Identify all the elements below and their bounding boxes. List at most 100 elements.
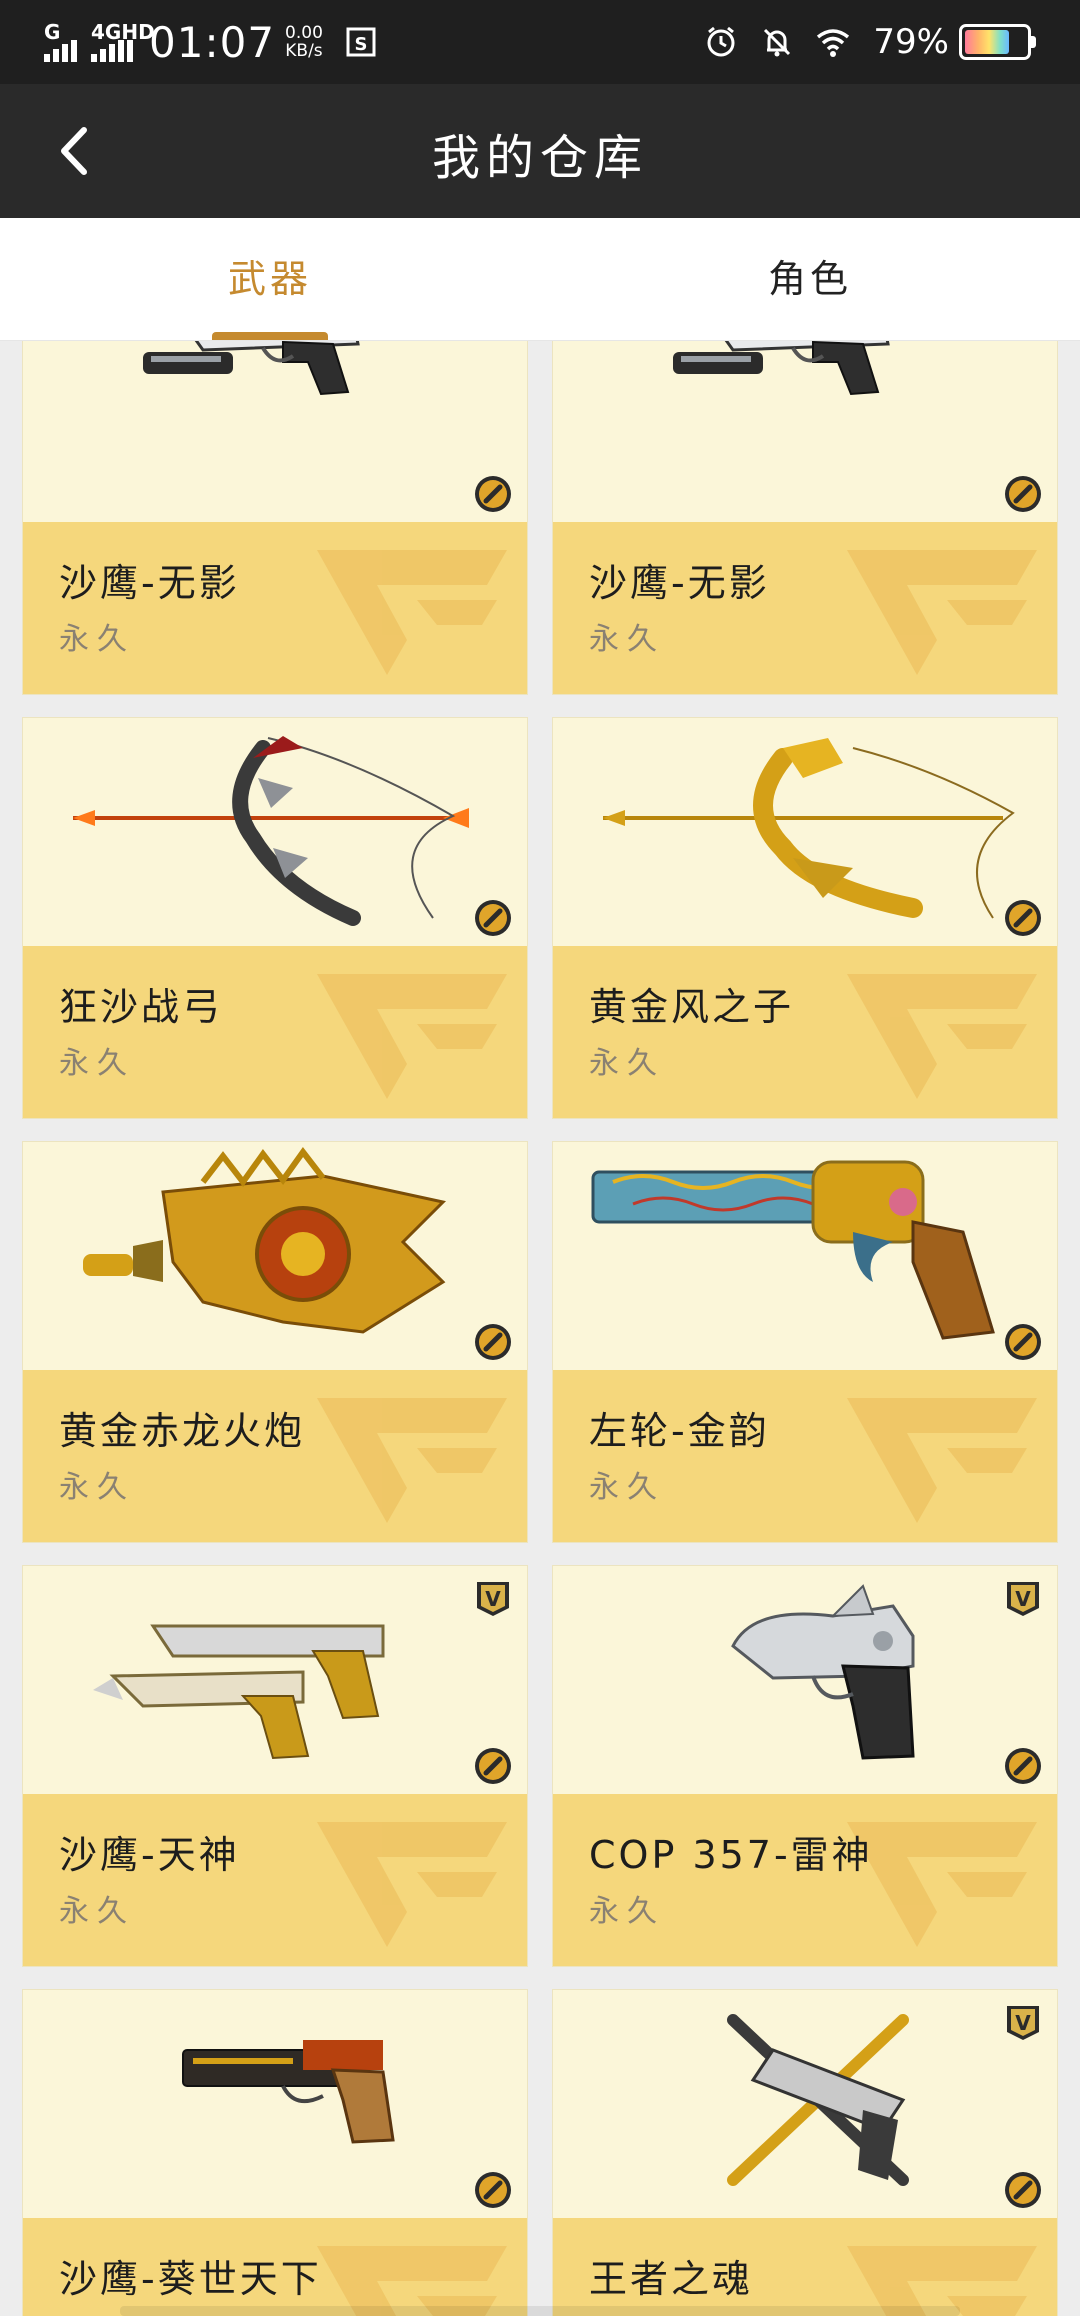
weapon-image [553, 1566, 1057, 1794]
weapon-image [23, 1142, 527, 1370]
weapon-bow-gold-icon [603, 738, 1015, 919]
coin-badge-icon [473, 1322, 513, 1362]
coin-badge-icon [1003, 474, 1043, 514]
screenshot-icon: S [346, 27, 376, 57]
weapon-image [23, 341, 527, 522]
page-title: 我的仓库 [431, 130, 648, 186]
weapon-name: COP 357-雷神 [589, 1833, 873, 1877]
coin-badge-icon [473, 474, 513, 514]
weapon-duration: 永久 [589, 1046, 665, 1081]
weapon-name: 沙鹰-葵世天下 [59, 2257, 322, 2301]
signal-1: G [44, 20, 77, 62]
weapon-info: 沙鹰-葵世天下 永久 [23, 2218, 527, 2316]
weapon-duration: 永久 [589, 1470, 665, 1505]
coin-badge-icon [1003, 898, 1043, 938]
vip-badge-icon: V [473, 1578, 513, 1618]
weapon-card[interactable]: V COP 357-雷神 永久 [552, 1565, 1058, 1967]
weapon-duration: 永久 [59, 1894, 135, 1929]
coin-badge-icon [473, 1746, 513, 1786]
tab-bar: 武器 角色 [0, 218, 1080, 341]
battery-icon [959, 24, 1031, 60]
coin-badge-icon [473, 898, 513, 938]
svg-text:S: S [354, 34, 367, 55]
coin-badge-icon [1003, 1322, 1043, 1362]
weapon-card[interactable]: 黄金赤龙火炮 永久 [22, 1141, 528, 1543]
weapon-image [23, 718, 527, 946]
signal-2: 4GHD [91, 20, 155, 62]
weapon-name: 黄金赤龙火炮 [59, 1409, 306, 1453]
weapon-image [23, 1990, 527, 2218]
svg-text:V: V [485, 1587, 501, 1611]
status-bar-left: G 4GHD 01:07 0.00 KB/s S [44, 17, 379, 67]
weapon-duration: 永久 [59, 1046, 135, 1081]
weapon-info: COP 357-雷神 永久 [553, 1794, 1057, 1966]
weapon-bow-silver-red-icon [73, 736, 469, 926]
weapon-cop357-silver-icon [731, 1584, 915, 1760]
weapon-card[interactable]: 沙鹰-葵世天下 永久 [22, 1989, 528, 2316]
weapon-card[interactable]: 左轮-金韵 永久 [552, 1141, 1058, 1543]
status-bar: G 4GHD 01:07 0.00 KB/s S 79% [0, 0, 1080, 84]
weapon-duration: 永久 [589, 622, 665, 657]
weapon-info: 沙鹰-天神 永久 [23, 1794, 527, 1966]
inventory-grid: 沙鹰-无影 永久 沙鹰-无影 永久 狂沙战弓 永久 黄金风之子 永久 黄金赤龙火… [22, 341, 1058, 2316]
alarm-icon [707, 26, 735, 57]
coin-badge-icon [1003, 1746, 1043, 1786]
weapon-card[interactable]: V 沙鹰-天神 永久 [22, 1565, 528, 1967]
tab-active-indicator [212, 332, 328, 340]
tab-characters[interactable]: 角色 [540, 218, 1080, 340]
weapon-card[interactable]: 黄金风之子 永久 [552, 717, 1058, 1119]
weapon-image [553, 718, 1057, 946]
weapon-desert-eagle-silver-icon [143, 341, 360, 396]
cf-logo-watermark [297, 2226, 527, 2316]
weapon-image [23, 1566, 527, 1794]
weapon-info: 黄金赤龙火炮 永久 [23, 1370, 527, 1542]
vip-badge-icon: V [1003, 1578, 1043, 1618]
weapon-dragon-cannon-gold-icon [83, 1146, 447, 1334]
weapon-info: 黄金风之子 永久 [553, 946, 1057, 1118]
weapon-info: 沙鹰-无影 永久 [553, 522, 1057, 694]
weapon-name: 王者之魂 [589, 2257, 754, 2301]
svg-text:V: V [1015, 1587, 1031, 1611]
vip-badge-icon: V [1003, 2002, 1043, 2042]
network-speed-unit: KB/s [285, 41, 323, 61]
weapon-name: 狂沙战弓 [59, 985, 224, 1029]
weapon-dual-desert-eagle-gold-icon [93, 1624, 385, 1760]
coin-badge-icon [1003, 2170, 1043, 2210]
weapon-image [553, 1990, 1057, 2218]
weapon-name: 沙鹰-无影 [589, 561, 770, 605]
cf-logo-watermark [827, 1378, 1057, 1528]
network-speed-value: 0.00 [285, 23, 323, 43]
weapon-card[interactable]: 沙鹰-无影 永久 [552, 341, 1058, 695]
weapon-card[interactable]: V 王者之魂 永久 [552, 1989, 1058, 2316]
battery-percentage: 79% [873, 22, 949, 62]
weapon-info: 狂沙战弓 永久 [23, 946, 527, 1118]
weapon-info: 左轮-金韵 永久 [553, 1370, 1057, 1542]
weapon-card[interactable]: 狂沙战弓 永久 [22, 717, 528, 1119]
network-type-1: G [44, 20, 61, 44]
coin-badge-icon [473, 2170, 513, 2210]
weapon-name: 左轮-金韵 [589, 1409, 770, 1453]
clock: 01:07 [149, 17, 276, 67]
app-header: 我的仓库 [0, 84, 1080, 218]
cf-logo-watermark [297, 1378, 527, 1528]
weapon-card[interactable]: 沙鹰-无影 永久 [22, 341, 528, 695]
network-speed: 0.00 KB/s [285, 24, 323, 60]
cf-logo-watermark [297, 530, 527, 680]
cf-logo-watermark [297, 954, 527, 1104]
wifi-icon [817, 29, 850, 57]
status-bar-right: 79% [683, 18, 1036, 66]
weapon-crossed-blades-pistol-icon [727, 2014, 909, 2186]
tab-weapons[interactable]: 武器 [0, 218, 540, 340]
weapon-desert-eagle-gold-red-icon [182, 2040, 395, 2144]
svg-text:V: V [1015, 2011, 1031, 2035]
weapon-desert-eagle-silver-icon [673, 341, 890, 396]
scroll-indicator [120, 2306, 960, 2316]
weapon-revolver-ornate-icon [591, 1160, 995, 1340]
weapon-name: 沙鹰-无影 [59, 561, 240, 605]
cf-logo-watermark [297, 1802, 527, 1952]
weapon-info: 沙鹰-无影 永久 [23, 522, 527, 694]
inventory-list[interactable]: 沙鹰-无影 永久 沙鹰-无影 永久 狂沙战弓 永久 黄金风之子 永久 黄金赤龙火… [0, 341, 1080, 2316]
battery-level [965, 30, 1010, 54]
weapon-info: 王者之魂 永久 [553, 2218, 1057, 2316]
weapon-duration: 永久 [59, 1470, 135, 1505]
